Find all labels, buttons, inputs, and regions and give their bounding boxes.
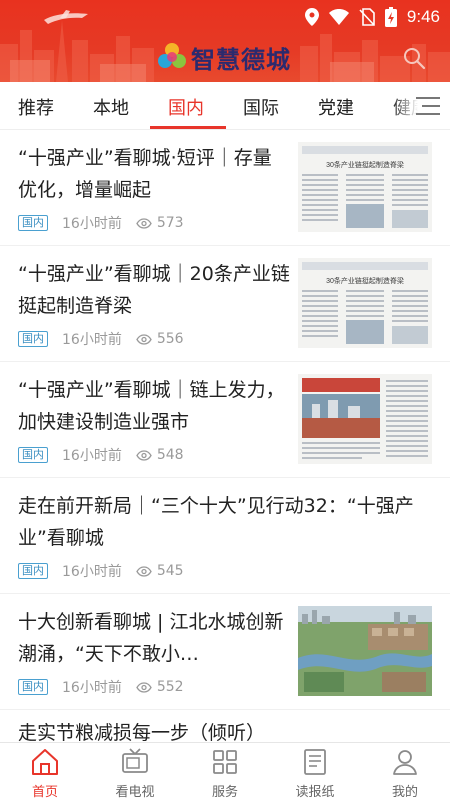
news-meta: 国内 16小时前 556	[18, 330, 184, 348]
tab-recommend[interactable]: 推荐	[18, 94, 54, 120]
app-logo: 智慧德城	[157, 40, 291, 74]
eye-icon	[136, 333, 152, 345]
publish-time: 16小时前	[62, 680, 122, 696]
nav-services[interactable]: 服务	[180, 743, 270, 800]
publish-time: 16小时前	[62, 216, 122, 232]
active-tab-indicator	[150, 126, 226, 129]
news-title[interactable]: “十强产业”看聊城·短评｜存量优化，增量崛起	[18, 142, 290, 206]
category-tag: 国内	[18, 679, 48, 695]
publish-time: 16小时前	[62, 564, 122, 580]
menu-icon[interactable]	[414, 94, 442, 118]
status-time: 9:46	[406, 7, 440, 26]
view-count-value: 552	[156, 679, 184, 695]
user-icon	[393, 750, 417, 775]
news-thumbnail[interactable]: 30条产业链挺起制造脊梁	[298, 258, 432, 348]
view-count: 545	[136, 563, 184, 579]
nav-newspaper[interactable]: 读报纸	[270, 743, 360, 800]
news-title[interactable]: 十大创新看聊城 | 江北水城创新潮涌，“天下不敢小…	[18, 606, 290, 670]
news-item[interactable]: 十大创新看聊城 | 江北水城创新潮涌，“天下不敢小… 国内 16小时前 552	[0, 594, 450, 710]
view-count-value: 573	[156, 215, 184, 231]
newspaper-icon	[304, 749, 326, 775]
nav-home[interactable]: 首页	[0, 743, 90, 800]
nav-tv-label: 看电视	[115, 785, 155, 800]
battery-charging-icon	[384, 7, 397, 27]
view-count: 552	[136, 679, 184, 695]
news-title[interactable]: “十强产业”看聊城｜链上发力，加快建设制造业强市	[18, 374, 290, 438]
nav-profile[interactable]: 我的	[360, 743, 450, 800]
category-tag: 国内	[18, 447, 48, 463]
nav-profile-label: 我的	[391, 785, 418, 800]
publish-time: 16小时前	[62, 448, 122, 464]
news-title[interactable]: 走在前开新局｜“三个十大”见行动32：“十强产业”看聊城	[18, 490, 430, 554]
news-item[interactable]: “十强产业”看聊城·短评｜存量优化，增量崛起 国内 16小时前 573 30条产…	[0, 130, 450, 246]
tab-local[interactable]: 本地	[93, 94, 129, 120]
eye-icon	[136, 681, 152, 693]
news-thumbnail[interactable]	[298, 374, 432, 464]
tab-international[interactable]: 国际	[243, 94, 279, 120]
nav-services-label: 服务	[211, 785, 238, 800]
publish-time: 16小时前	[62, 332, 122, 348]
thumb-headline: 30条产业链挺起制造脊梁	[326, 276, 404, 285]
thumb-headline: 30条产业链挺起制造脊梁	[326, 160, 404, 169]
category-tag: 国内	[18, 215, 48, 231]
logo-icon	[158, 43, 186, 68]
status-bar: 9:46	[0, 0, 450, 32]
bottom-nav: 首页 看电视 服务 读报纸 我的	[0, 742, 450, 800]
grid-icon	[213, 750, 237, 774]
app-header: 9:46 智慧德城	[0, 0, 450, 82]
nav-home-label: 首页	[31, 785, 58, 800]
location-icon	[304, 8, 319, 26]
news-thumbnail[interactable]	[298, 606, 432, 696]
view-count: 556	[136, 331, 184, 347]
news-item[interactable]: “十强产业”看聊城｜链上发力，加快建设制造业强市 国内 16小时前 548	[0, 362, 450, 478]
view-count: 548	[136, 447, 184, 463]
channel-tabs: 推荐 本地 国内 国际 党建 健康	[0, 82, 450, 130]
nav-newspaper-label: 读报纸	[295, 785, 335, 800]
wifi-icon	[328, 9, 349, 25]
news-title-partial[interactable]: 走实节粮减损每一步（倾听）	[18, 718, 265, 745]
news-meta: 国内 16小时前 545	[18, 562, 184, 580]
news-title[interactable]: “十强产业”看聊城｜20条产业链挺起制造脊梁	[18, 258, 290, 322]
app-title: 智慧德城	[191, 44, 291, 74]
news-thumbnail[interactable]: 30条产业链挺起制造脊梁	[298, 142, 432, 232]
eye-icon	[136, 217, 152, 229]
category-tag: 国内	[18, 563, 48, 579]
tv-icon	[122, 748, 148, 773]
news-meta: 国内 16小时前 573	[18, 214, 184, 232]
eye-icon	[136, 449, 152, 461]
eye-icon	[136, 565, 152, 577]
no-sim-icon	[359, 8, 375, 26]
tab-party-building[interactable]: 党建	[318, 94, 354, 120]
category-tag: 国内	[18, 331, 48, 347]
nav-tv[interactable]: 看电视	[90, 743, 180, 800]
view-count: 573	[136, 215, 184, 231]
tab-domestic[interactable]: 国内	[168, 94, 204, 120]
news-meta: 国内 16小时前 548	[18, 446, 184, 464]
home-icon	[32, 749, 58, 775]
news-item[interactable]: 走在前开新局｜“三个十大”见行动32：“十强产业”看聊城 国内 16小时前 54…	[0, 478, 450, 594]
view-count-value: 556	[156, 331, 184, 347]
search-icon[interactable]	[402, 46, 426, 70]
news-item[interactable]: “十强产业”看聊城｜20条产业链挺起制造脊梁 国内 16小时前 556 30条产…	[0, 246, 450, 362]
news-meta: 国内 16小时前 552	[18, 678, 184, 696]
view-count-value: 548	[156, 447, 184, 463]
view-count-value: 545	[156, 563, 184, 579]
